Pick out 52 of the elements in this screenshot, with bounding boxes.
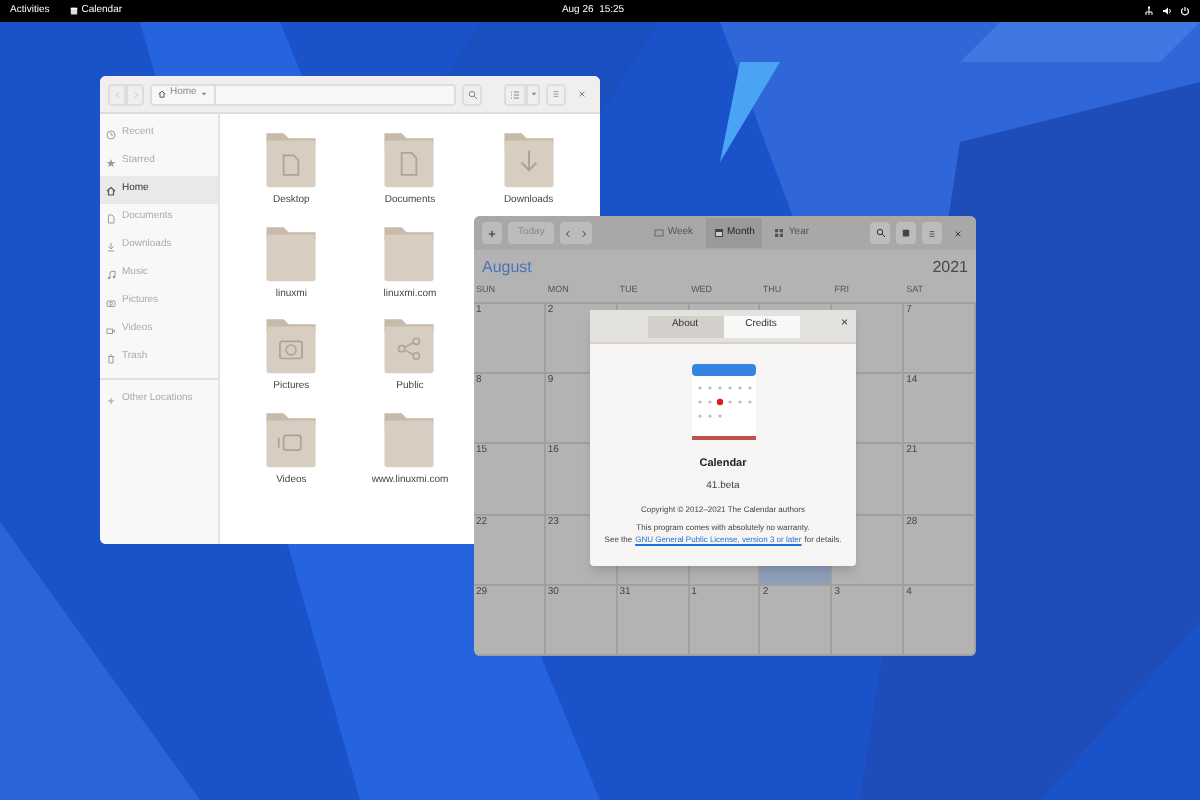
document-folder-icon[interactable]	[382, 128, 437, 190]
video-icon	[106, 325, 116, 335]
calendar-app-icon	[689, 362, 757, 442]
camera-icon	[106, 297, 116, 307]
plus-icon	[488, 229, 496, 237]
download-folder-icon[interactable]	[501, 128, 556, 190]
view-options-button[interactable]	[526, 83, 540, 105]
close-icon	[954, 229, 962, 237]
clock-icon	[106, 129, 116, 139]
music-note-icon	[106, 269, 116, 279]
calendar-icon	[902, 228, 910, 238]
plus-icon	[106, 395, 116, 405]
star-icon	[106, 157, 116, 167]
list-view-icon	[510, 89, 520, 99]
calendar-management-button[interactable]	[896, 222, 916, 244]
desktop-folder-icon[interactable]	[264, 128, 319, 190]
menu-button[interactable]	[546, 83, 566, 105]
previous-button[interactable]	[560, 222, 577, 244]
folder-icon[interactable]	[382, 407, 437, 469]
year-title: 2021	[932, 255, 968, 279]
search-button[interactable]	[462, 83, 482, 105]
power-icon	[1180, 6, 1190, 16]
home-icon	[106, 185, 116, 195]
menu-icon	[928, 229, 936, 237]
search-icon	[875, 228, 885, 238]
view-toggle-button[interactable]	[504, 83, 526, 105]
share-folder-icon[interactable]	[382, 314, 437, 376]
volume-icon	[1162, 6, 1172, 16]
home-icon	[158, 90, 166, 98]
next-button[interactable]	[576, 222, 593, 244]
caret-icon	[529, 90, 537, 98]
close-icon	[578, 90, 586, 98]
camera-folder-icon[interactable]	[264, 314, 319, 376]
trash-icon	[106, 353, 116, 363]
network-icon	[1144, 6, 1154, 16]
folder-icon[interactable]	[382, 221, 437, 283]
month-view-icon	[713, 228, 724, 238]
document-icon	[106, 213, 116, 223]
wallpaper-shape	[720, 62, 780, 162]
forward-button[interactable]	[126, 83, 144, 105]
download-icon	[106, 241, 116, 251]
menu-icon	[552, 90, 560, 98]
search-button[interactable]	[870, 222, 890, 244]
month-title: August	[482, 255, 532, 279]
add-event-button[interactable]	[482, 222, 502, 244]
week-view-icon	[653, 228, 664, 238]
calendar-icon	[69, 6, 78, 16]
search-icon	[467, 89, 477, 99]
folder-icon[interactable]	[264, 221, 319, 283]
video-folder-icon[interactable]	[264, 407, 319, 469]
back-button[interactable]	[108, 83, 126, 105]
year-view-icon	[774, 228, 785, 238]
